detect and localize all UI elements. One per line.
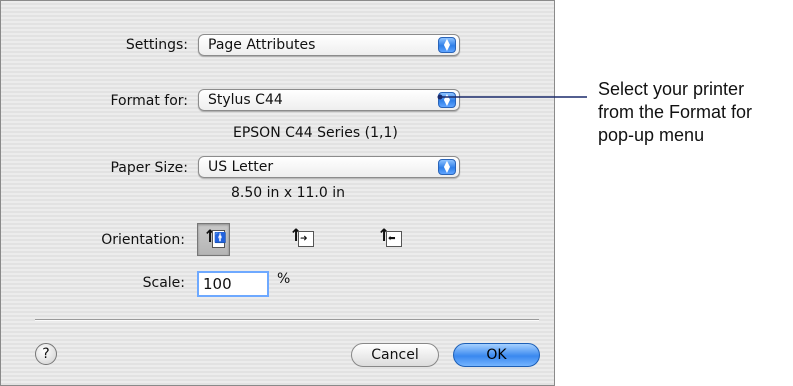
paper-size-popup[interactable]: US Letter ▲ ▼ [198,156,460,178]
scale-label: Scale: [142,275,185,291]
portrait-page-icon: 🚹 [212,230,226,248]
settings-label: Settings: [125,37,188,53]
landscape-page-icon: ➜ [298,231,314,247]
settings-popup[interactable]: Page Attributes ▲ ▼ [198,34,460,56]
scale-input[interactable]: 100 [197,271,269,297]
help-button[interactable]: ? [35,343,57,365]
format-for-label: Format for: [110,93,188,109]
landscape-reversed-page-icon: ⬅ [386,231,402,247]
page-setup-dialog: Settings: Page Attributes ▲ ▼ Format for:… [0,0,555,386]
scale-unit: % [277,271,291,287]
format-for-value: Stylus C44 [208,92,283,108]
cancel-button[interactable]: Cancel [351,343,439,367]
paper-dimensions: 8.50 in x 11.0 in [231,185,345,201]
orientation-landscape-button[interactable]: ↑ ➜ [284,223,317,256]
popup-arrows-icon: ▲ ▼ [438,92,456,108]
popup-arrows-icon: ▲ ▼ [438,159,456,175]
orientation-label: Orientation: [101,232,185,248]
paper-size-value: US Letter [208,159,274,175]
orientation-landscape-reversed-button[interactable]: ↑ ⬅ [372,223,405,256]
ok-button[interactable]: OK [453,343,540,367]
orientation-portrait-button[interactable]: ↑ 🚹 [197,223,230,256]
separator [35,319,539,321]
popup-arrows-icon: ▲ ▼ [438,37,456,53]
callout-line-2: from the Format for [598,102,753,122]
format-for-popup[interactable]: Stylus C44 ▲ ▼ [198,89,460,111]
paper-size-label: Paper Size: [110,160,188,176]
callout-line-1: Select your printer [598,79,745,99]
callout-line-3: pop-up menu [598,125,705,145]
printer-description: EPSON C44 Series (1,1) [233,125,398,141]
callout-text: Select your printer from the Format for … [598,78,752,147]
settings-value: Page Attributes [208,37,316,53]
